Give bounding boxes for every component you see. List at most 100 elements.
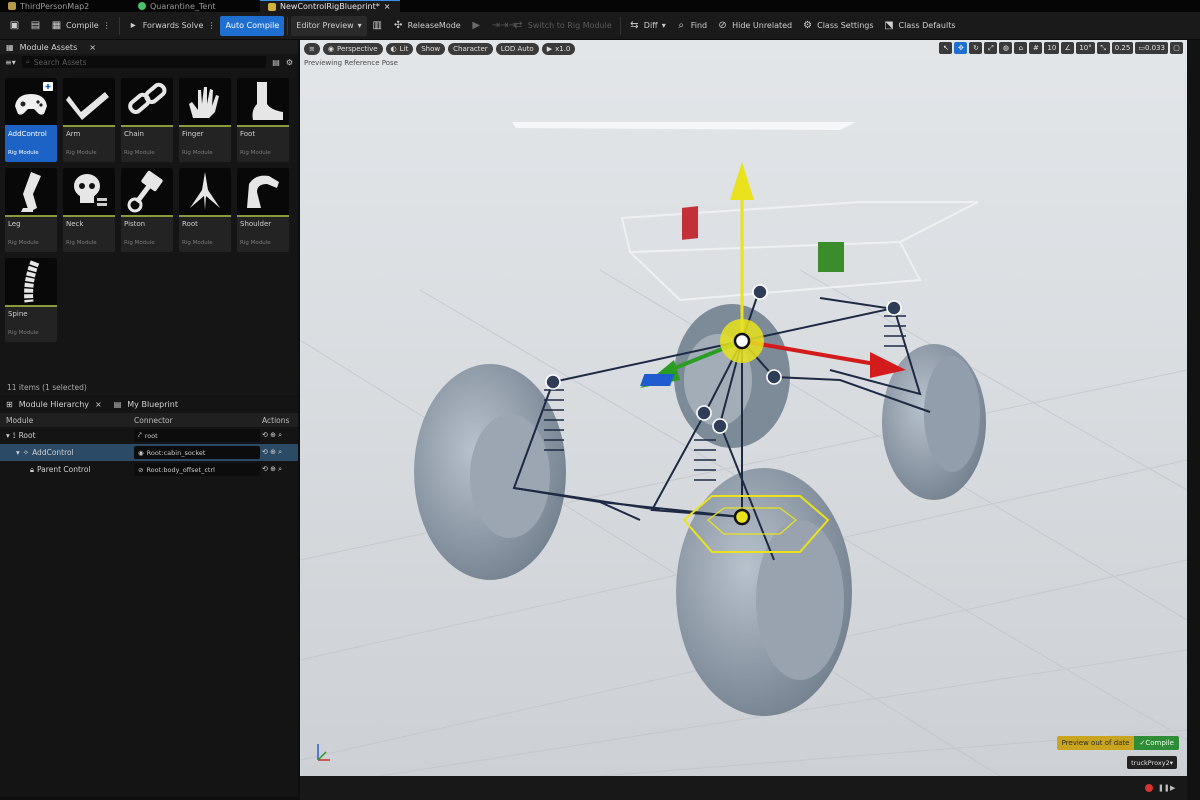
control-node[interactable] <box>712 418 728 434</box>
close-icon[interactable]: × <box>89 43 96 52</box>
assets-search-input[interactable]: ⌕ Search Assets <box>21 56 267 68</box>
expand-arrow-icon[interactable]: ▾ <box>6 431 10 441</box>
asset-tile-finger[interactable]: Finger Rig Module <box>179 78 231 162</box>
rotation-snap-button[interactable]: ∠ <box>1061 42 1075 54</box>
gear-icon[interactable]: ⚙ <box>286 58 293 67</box>
scale-snap-value[interactable]: 0.25 <box>1111 42 1134 54</box>
lod-dropdown[interactable]: LOD Auto <box>495 42 539 55</box>
tab-newcontrolrigblueprint[interactable]: NewControlRigBlueprint* × <box>260 0 400 12</box>
save-button[interactable]: ▣ <box>4 16 25 36</box>
row-actions[interactable]: ⟲ ⊕ ⌕ <box>262 431 282 440</box>
find-button[interactable]: ⌕ Find <box>671 16 712 36</box>
row-actions[interactable]: ⟲ ⊕ ⌕ <box>262 465 282 474</box>
module-hierarchy-panel: ⊞ Module Hierarchy × ▤ My Blueprint Modu… <box>0 397 298 797</box>
control-node[interactable] <box>696 405 712 421</box>
maximize-viewport-button[interactable]: ▢ <box>1170 42 1183 54</box>
record-icon[interactable] <box>1145 784 1153 792</box>
asset-tile-arm[interactable]: Arm Rig Module <box>63 78 115 162</box>
release-icon: ✣ <box>393 20 403 31</box>
details-panel-collapsed[interactable] <box>1187 40 1200 800</box>
asset-name: Piston <box>124 220 146 228</box>
control-icon: ⊘ <box>138 465 144 474</box>
viewport-compile-button[interactable]: ✓ Compile <box>1134 736 1179 750</box>
asset-tile-foot[interactable]: Foot Rig Module <box>237 78 289 162</box>
selected-control-node[interactable] <box>733 332 751 350</box>
play-button[interactable]: ▶ <box>466 16 487 36</box>
control-node[interactable] <box>766 369 782 385</box>
show-dropdown[interactable]: Show <box>416 42 446 55</box>
switch-icon: ⇄ <box>514 20 523 31</box>
expand-arrow-icon[interactable]: ▾ <box>16 448 20 457</box>
rotate-icon: ↻ <box>972 44 979 52</box>
camera-speed-label: 0.033 <box>1144 44 1165 52</box>
hexagon-control-node[interactable] <box>733 508 751 526</box>
asset-tile-addcontrol[interactable]: AddControl Rig Module <box>5 78 57 162</box>
filter-icon[interactable]: ≡▾ <box>5 58 16 67</box>
asset-tile-spine[interactable]: Spine Rig Module <box>5 258 57 342</box>
forwards-solve-button[interactable]: ▸ Forwards Solve ⋮ <box>123 16 221 36</box>
row-actions[interactable]: ⟲ ⊕ ⌕ <box>262 448 282 457</box>
tab-quarantine-tent[interactable]: Quarantine_Tent <box>130 0 260 12</box>
class-defaults-button[interactable]: ⬔ Class Defaults <box>879 16 961 36</box>
asset-tile-root[interactable]: Root Rig Module <box>179 168 231 252</box>
release-mode-button[interactable]: ✣ ReleaseMode <box>388 16 466 36</box>
preview-settings-button[interactable]: ▥ <box>367 16 388 36</box>
rotation-snap-value[interactable]: 10° <box>1076 42 1095 54</box>
addcontrol-row-label: ▾ ✧ AddControl <box>0 448 134 457</box>
connector-field[interactable]: ⤤ root <box>134 429 260 442</box>
scale-snap-button[interactable]: ⤡ <box>1096 42 1110 54</box>
class-settings-button[interactable]: ⚙ Class Settings <box>797 16 878 36</box>
chevron-down-icon: ▾ <box>661 21 666 30</box>
viewport-menu-button[interactable]: ≡ <box>304 42 320 55</box>
close-icon[interactable]: × <box>95 400 102 409</box>
viewport[interactable]: ≡ ◉ Perspective ◐ Lit Show Character LOD A… <box>300 40 1187 776</box>
grid-snap-button[interactable]: # <box>1029 42 1043 54</box>
perspective-dropdown[interactable]: ◉ Perspective <box>322 42 383 55</box>
preview-mesh-dropdown[interactable]: truckProxy2 ▾ <box>1127 756 1177 769</box>
translate-mode-button[interactable]: ✥ <box>954 42 968 54</box>
hierarchy-row-root[interactable]: ▾ ⟟ Root ⤤ root ⟲ ⊕ ⌕ <box>0 427 298 444</box>
diff-button[interactable]: ⇆ Diff ▾ <box>624 16 671 36</box>
asset-tile-neck[interactable]: Neck Rig Module <box>63 168 115 252</box>
browse-button[interactable]: ▤ <box>25 16 46 36</box>
select-mode-button[interactable]: ↖ <box>939 42 953 54</box>
character-dropdown[interactable]: Character <box>448 42 493 55</box>
asset-tile-shoulder[interactable]: Shoulder Rig Module <box>237 168 289 252</box>
auto-compile-toggle[interactable]: Auto Compile <box>220 15 285 36</box>
playback-speed-dropdown[interactable]: ▶ x1.0 <box>541 42 576 55</box>
control-node[interactable] <box>545 374 561 390</box>
control-node[interactable] <box>752 284 768 300</box>
asset-name: Leg <box>8 220 21 228</box>
world-local-button[interactable]: ◍ <box>999 42 1013 54</box>
asset-tile-chain[interactable]: Chain Rig Module <box>121 78 173 162</box>
control-node[interactable] <box>886 300 902 316</box>
tab-module-hierarchy[interactable]: Module Hierarchy <box>19 400 89 409</box>
connector-field[interactable]: ◉ Root:cabin_socket <box>134 446 260 459</box>
step-forward-icon[interactable]: ▶ <box>1170 784 1177 792</box>
lit-dropdown[interactable]: ◐ Lit <box>385 42 414 55</box>
camera-speed-button[interactable]: ▭ 0.033 <box>1135 42 1168 54</box>
close-icon[interactable]: × <box>384 2 391 11</box>
asset-type: Rig Module <box>240 150 271 156</box>
folder-icon[interactable]: ▤ <box>272 58 280 67</box>
compile-button[interactable]: ▦ Compile ⋮ <box>46 16 116 36</box>
asset-tile-piston[interactable]: Piston Rig Module <box>121 168 173 252</box>
asset-name: Spine <box>8 310 28 318</box>
editor-preview-dropdown[interactable]: Editor Preview ▾ <box>291 15 367 36</box>
piston-icon <box>121 168 173 215</box>
asset-tile-leg[interactable]: Leg Rig Module <box>5 168 57 252</box>
switch-rig-module-button[interactable]: ⇄ Switch to Rig Module <box>508 16 617 36</box>
scale-mode-button[interactable]: ⤢ <box>984 42 998 54</box>
hide-unrelated-button[interactable]: ⊘ Hide Unrelated <box>712 16 797 36</box>
surface-snap-button[interactable]: ⌂ <box>1014 42 1028 54</box>
connector-field[interactable]: ⊘ Root:body_offset_ctrl <box>134 463 260 476</box>
tab-thirdpersonmap2[interactable]: ThirdPersonMap2 <box>0 0 130 12</box>
gizmo-plane-handle[interactable] <box>640 374 675 386</box>
hierarchy-row-parent-control[interactable]: 🔒︎ Parent Control ⊘ Root:body_offset_ctr… <box>0 461 298 478</box>
rotate-mode-button[interactable]: ↻ <box>969 42 983 54</box>
grid-snap-value[interactable]: 10 <box>1044 42 1060 54</box>
step-buttons[interactable]: ⇥⇥⇥ <box>487 16 517 36</box>
tab-my-blueprint[interactable]: My Blueprint <box>127 400 178 409</box>
pause-icon[interactable]: ❚❚ <box>1158 784 1170 792</box>
hierarchy-row-addcontrol[interactable]: ▾ ✧ AddControl ◉ Root:cabin_socket ⟲ ⊕ ⌕ <box>0 444 298 461</box>
